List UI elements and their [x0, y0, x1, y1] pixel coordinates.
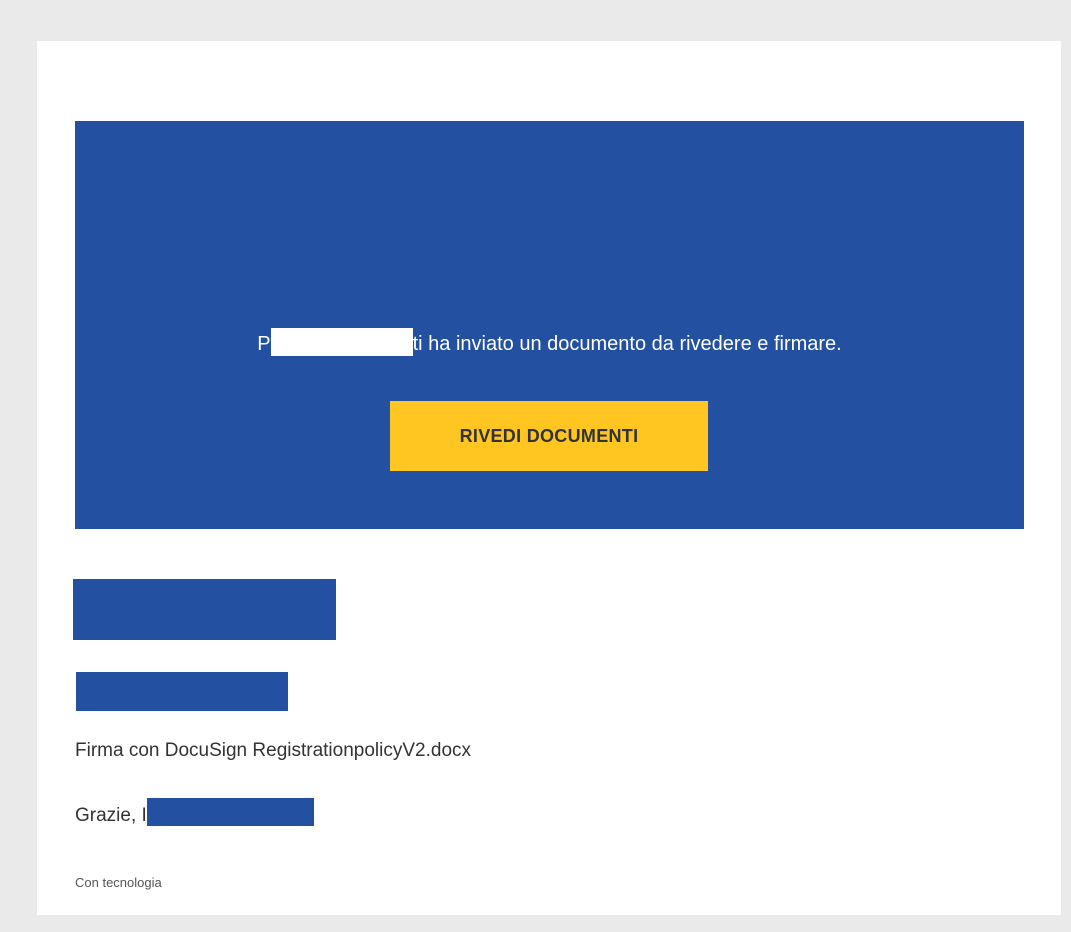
- signoff-line: Grazie, I: [75, 798, 314, 827]
- powered-by-text: Con tecnologia: [75, 875, 162, 890]
- email-card: Pti ha inviato un documento da rivedere …: [37, 41, 1061, 915]
- redacted-block-2: [76, 672, 288, 711]
- signoff-prefix: Grazie,: [75, 805, 137, 826]
- hero-message: Pti ha inviato un documento da rivedere …: [75, 328, 1024, 356]
- review-documents-button[interactable]: RIVEDI DOCUMENTI: [390, 401, 708, 471]
- sender-name-initial: P: [257, 333, 271, 355]
- document-file-line: Firma con DocuSign RegistrationpolicyV2.…: [75, 740, 472, 761]
- redacted-block-1: [73, 579, 336, 640]
- redacted-sender-name: [270, 328, 413, 356]
- redacted-signoff-name: [146, 798, 314, 826]
- hero-banner: Pti ha inviato un documento da rivedere …: [75, 121, 1024, 529]
- hero-message-text: ti ha inviato un documento da rivedere e…: [412, 333, 842, 355]
